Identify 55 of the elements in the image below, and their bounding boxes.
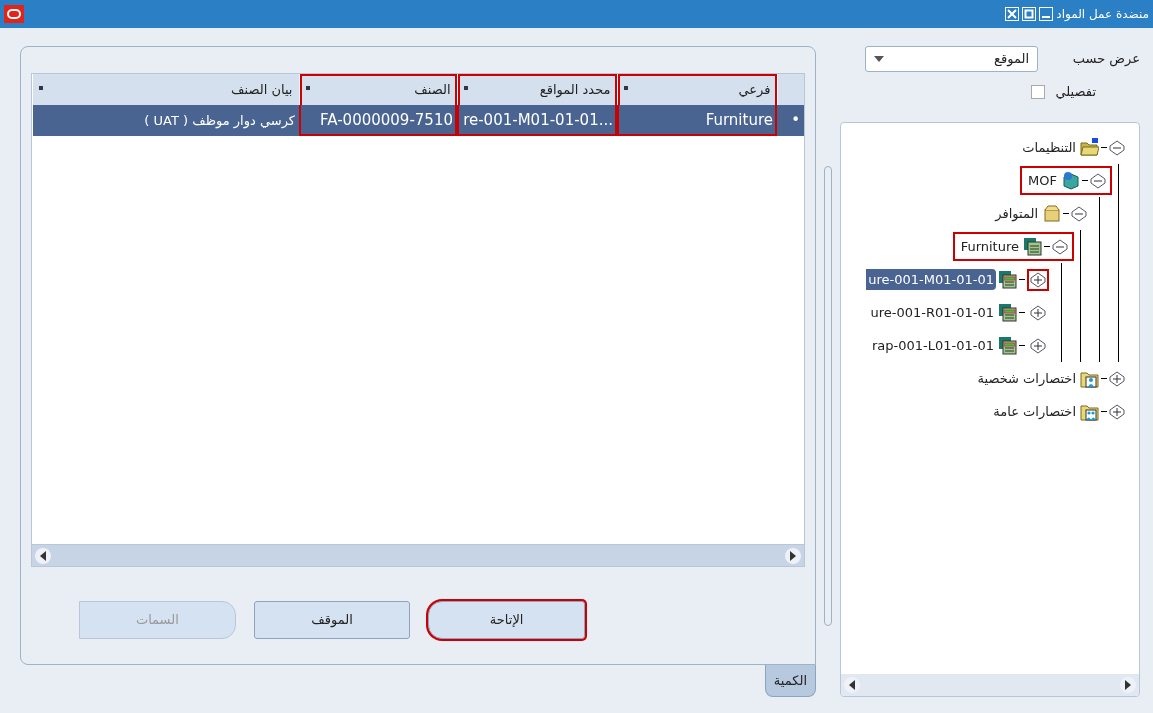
scroll-left-icon[interactable]: [39, 550, 47, 561]
action-button[interactable]: الإتاحة: [428, 601, 585, 639]
collapse-icon[interactable]: [1109, 139, 1125, 156]
close-icon[interactable]: [1005, 7, 1020, 21]
folder-icon: [1080, 138, 1099, 157]
checkbox-label: تفصيلي: [1055, 83, 1096, 102]
checkbox[interactable]: [1031, 85, 1046, 99]
column-header[interactable]: فرعي: [617, 74, 777, 105]
column-header[interactable]: محدد المواقع: [457, 74, 617, 105]
tree-item[interactable]: اختصارات عامة: [991, 400, 1078, 423]
maximize-icon[interactable]: [1022, 7, 1037, 21]
sort-icon: [623, 86, 628, 90]
sort-icon: [305, 86, 310, 90]
table-cell: Furniture: [617, 105, 777, 136]
view-by-dropdown[interactable]: الموقع: [865, 46, 1038, 72]
tree-item[interactable]: اختصارات شخصية: [975, 367, 1078, 390]
person-folder-icon: [1080, 369, 1099, 388]
column-header[interactable]: بيان الصنف: [32, 74, 299, 105]
horizontal-scrollbar[interactable]: [841, 674, 1139, 696]
scroll-right-icon[interactable]: [1124, 680, 1132, 690]
tree-item[interactable]: المتوافر: [993, 202, 1040, 225]
tree-item[interactable]: rap-001-L01-01-01: [870, 334, 996, 357]
window-title: منضدة عمل المواد: [1056, 6, 1149, 23]
field-label: عرض حسب: [1071, 50, 1140, 69]
collapse-icon[interactable]: [1090, 172, 1106, 189]
table-cell: FA-0000009-7510: [299, 105, 457, 136]
list-icon: [998, 303, 1017, 322]
tree-item[interactable]: التنظيمات: [1020, 136, 1078, 159]
table-cell: كرسي دوار موظف ( UAT ): [32, 105, 299, 136]
cube-icon: [1061, 171, 1080, 190]
tree-item[interactable]: ure-001-R01-01-01: [868, 301, 996, 324]
scroll-right-icon[interactable]: [789, 550, 797, 561]
expand-icon[interactable]: [1027, 268, 1049, 291]
caret-icon: [874, 56, 884, 62]
list-icon: [1023, 237, 1042, 256]
list-icon: [998, 336, 1017, 355]
scroll-left-icon[interactable]: [848, 680, 856, 690]
sort-icon: [39, 86, 43, 90]
sort-icon: [463, 86, 468, 90]
dropdown-value: الموقع: [994, 50, 1029, 69]
expand-icon[interactable]: [1109, 403, 1125, 420]
list-icon: [998, 270, 1017, 289]
column-header[interactable]: الصنف: [299, 74, 457, 105]
collapse-icon[interactable]: [1052, 238, 1068, 255]
tree-item[interactable]: ure-001-M01-01-01: [866, 268, 996, 291]
minimize-icon[interactable]: [1039, 7, 1054, 21]
table-cell: re-001-M01-01-01...: [457, 105, 617, 136]
tab[interactable]: الكمية: [764, 664, 816, 697]
horizontal-scrollbar[interactable]: [32, 544, 804, 566]
expand-icon[interactable]: [1109, 370, 1125, 387]
action-button[interactable]: الموقف: [253, 601, 411, 639]
logo-icon: [4, 5, 24, 23]
group-folder-icon: [1080, 402, 1099, 421]
collapse-icon[interactable]: [1071, 205, 1087, 222]
boxes-icon: [1042, 204, 1061, 223]
